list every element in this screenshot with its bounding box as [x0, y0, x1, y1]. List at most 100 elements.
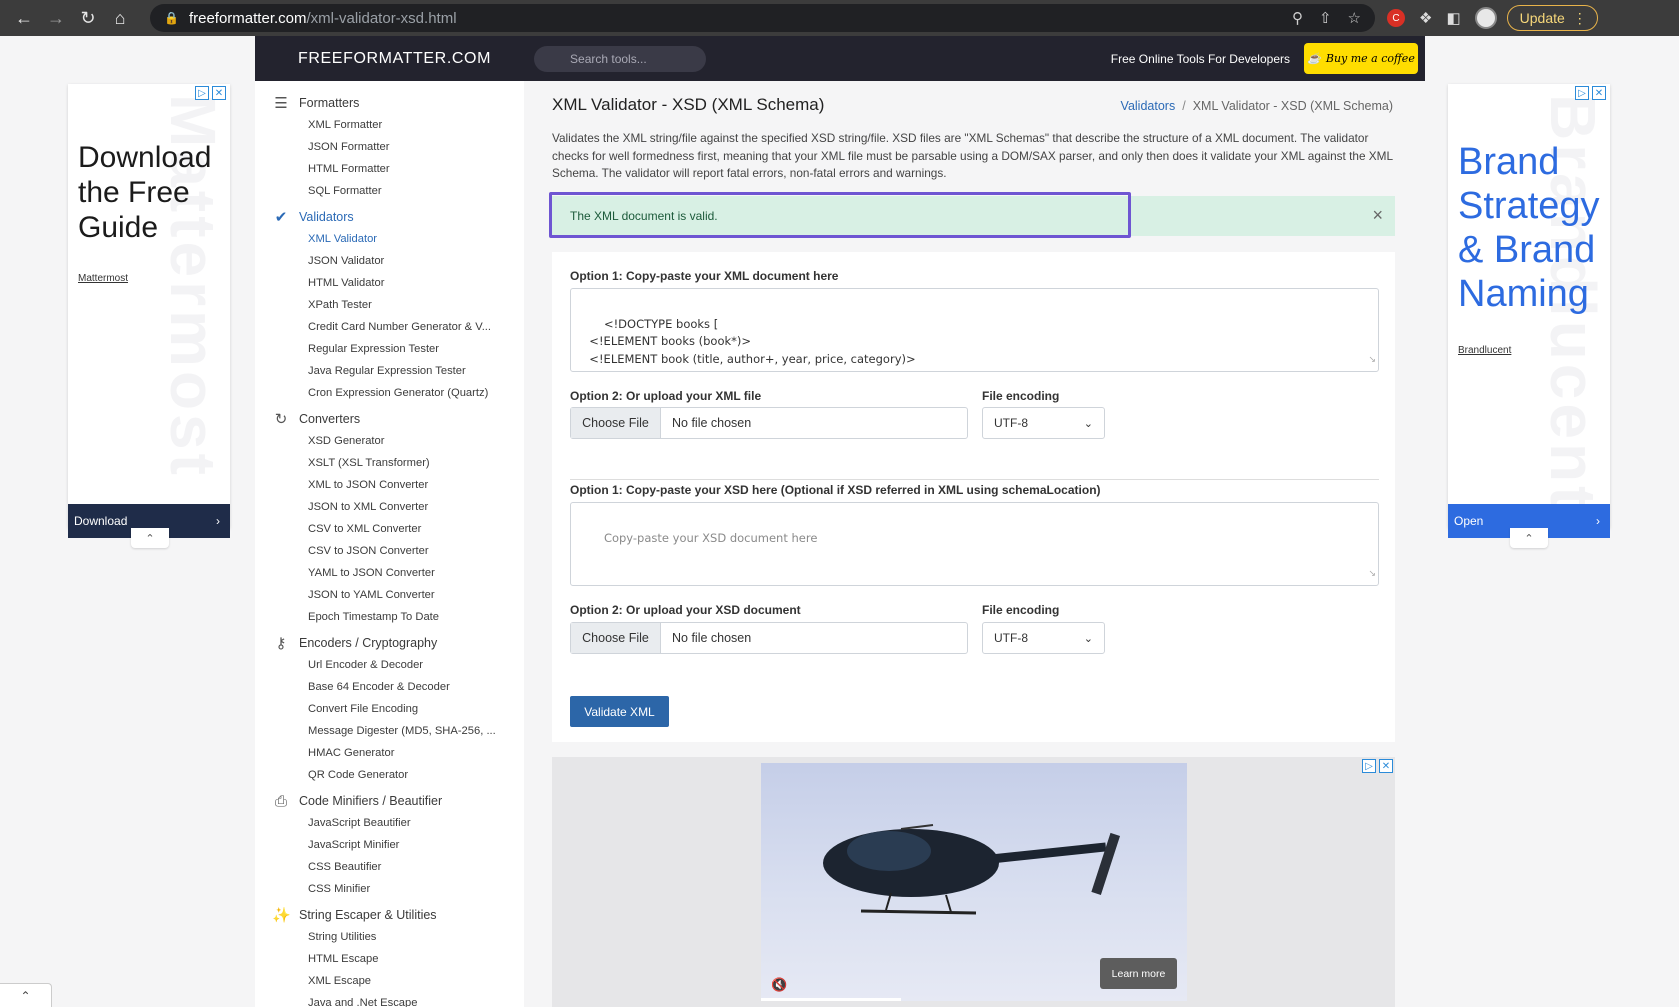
xsd-input-textarea[interactable]: Copy-paste your XSD document here ↘	[570, 502, 1379, 586]
back-icon[interactable]: ←	[8, 4, 40, 32]
profile-avatar[interactable]	[1474, 7, 1497, 29]
sidebar-item[interactable]: Url Encoder & Decoder	[255, 654, 505, 676]
sidebar-item[interactable]: YAML to JSON Converter	[255, 562, 505, 584]
sidebar-item[interactable]: JSON Formatter	[255, 136, 505, 158]
sidebar-category-encoders-cryptography[interactable]: ⚷ Encoders / Cryptography	[255, 632, 524, 654]
adchoices-icon[interactable]: ▷	[195, 86, 209, 100]
sidebar-item[interactable]: JSON Validator	[255, 250, 505, 272]
sidebar-item[interactable]: JavaScript Minifier	[255, 834, 505, 856]
address-bar[interactable]: 🔒 freeformatter.com/xml-validator-xsd.ht…	[150, 4, 1375, 32]
xml-file-input[interactable]: Choose File No file chosen	[570, 407, 968, 439]
breadcrumb-validators-link[interactable]: Validators	[1121, 99, 1176, 113]
ad-close-icon[interactable]: ✕	[1379, 759, 1393, 773]
sidebar-item[interactable]: XML Formatter	[255, 114, 505, 136]
sidebar-item[interactable]: XML Validator	[255, 228, 505, 250]
left-ad-choices[interactable]: ▷ ✕	[195, 86, 226, 100]
bottom-collapse-button[interactable]: ⌃	[0, 983, 52, 1007]
sidebar-item[interactable]: CSV to JSON Converter	[255, 540, 505, 562]
sidebar-item[interactable]: XSD Generator	[255, 430, 505, 452]
zoom-icon[interactable]: ⚲	[1292, 9, 1303, 27]
resize-grip-icon[interactable]: ↘	[1368, 352, 1376, 370]
sidebar-category-string-escaper-utilities[interactable]: ✨ String Escaper & Utilities	[255, 904, 524, 926]
home-icon[interactable]: ⌂	[104, 4, 136, 32]
left-ad-brand[interactable]: Mattermost	[78, 273, 128, 284]
right-ad-choices[interactable]: ▷ ✕	[1575, 86, 1606, 100]
ad-video-player[interactable]: 🔇 Learn more	[761, 763, 1187, 1001]
muted-speaker-icon[interactable]: 🔇	[771, 977, 787, 993]
sidebar-item[interactable]: CSV to XML Converter	[255, 518, 505, 540]
sidebar-item[interactable]: CSS Beautifier	[255, 856, 505, 878]
right-ad-brand[interactable]: Brandlucent	[1458, 345, 1511, 356]
sidebar-item[interactable]: XML to JSON Converter	[255, 474, 505, 496]
update-label: Update	[1519, 10, 1565, 26]
sidebar-item[interactable]: HTML Escape	[255, 948, 505, 970]
left-ad-collapse-button[interactable]: ⌃	[131, 528, 169, 548]
right-ad-cta-label: Open	[1454, 514, 1484, 528]
sidebar-item[interactable]: XSLT (XSL Transformer)	[255, 452, 505, 474]
sidebar-item[interactable]: QR Code Generator	[255, 764, 505, 786]
kebab-menu-icon: ⋮	[1572, 9, 1587, 26]
site-logo[interactable]: FREEFORMATTER.COM	[298, 50, 491, 68]
sidebar-item[interactable]: HTML Validator	[255, 272, 505, 294]
sidebar-category-code-minifiers-beautifier[interactable]: ⎙ Code Minifiers / Beautifier	[255, 790, 524, 812]
sidebar-item[interactable]: XML Escape	[255, 970, 505, 992]
sidebar-item[interactable]: JSON to XML Converter	[255, 496, 505, 518]
sidebar-item[interactable]: Base 64 Encoder & Decoder	[255, 676, 505, 698]
ad-close-icon[interactable]: ✕	[212, 86, 226, 100]
xml-input-textarea[interactable]: <!DOCTYPE books [ <!ELEMENT books (book*…	[570, 288, 1379, 372]
right-ad[interactable]: Brandlucent ▷ ✕ Brand Strategy & Brand N…	[1448, 84, 1610, 538]
sidebar-item[interactable]: Epoch Timestamp To Date	[255, 606, 505, 628]
alert-message: The XML document is valid.	[570, 209, 718, 223]
update-button[interactable]: Update ⋮	[1506, 5, 1598, 31]
xml-encoding-select[interactable]: UTF-8 ⌄	[982, 407, 1105, 439]
xsd-choose-file-button[interactable]: Choose File	[571, 623, 661, 653]
sidebar-item[interactable]: Message Digester (MD5, SHA-256, ...	[255, 720, 505, 742]
sidepanel-icon[interactable]: ◧	[1446, 9, 1460, 27]
right-ad-collapse-button[interactable]: ⌃	[1510, 528, 1548, 548]
learn-more-button[interactable]: Learn more	[1100, 958, 1177, 989]
xml-option2-label: Option 2: Or upload your XML file	[570, 389, 762, 403]
forward-icon[interactable]: →	[40, 4, 72, 32]
coffee-cup-icon: ☕	[1307, 52, 1321, 65]
sidebar-item[interactable]: String Utilities	[255, 926, 505, 948]
sidebar-item[interactable]: Java and .Net Escape	[255, 992, 505, 1007]
sidebar-item[interactable]: Java Regular Expression Tester	[255, 360, 505, 382]
sidebar-item[interactable]: JSON to YAML Converter	[255, 584, 505, 606]
sidebar-item[interactable]: Regular Expression Tester	[255, 338, 505, 360]
xsd-file-input[interactable]: Choose File No file chosen	[570, 622, 968, 654]
sidebar-category-converters[interactable]: ↻ Converters	[255, 408, 524, 430]
adchoices-icon[interactable]: ▷	[1575, 86, 1589, 100]
sidebar-category-validators[interactable]: ✔ Validators	[255, 206, 524, 228]
left-ad-headline: Download the Free Guide	[78, 141, 212, 244]
adchoices-icon[interactable]: ▷	[1362, 759, 1376, 773]
sidebar-category-formatters[interactable]: ☰ Formatters	[255, 92, 524, 114]
close-icon[interactable]: ×	[1372, 205, 1383, 226]
video-ad[interactable]: ▷ ✕ 🔇 Learn more	[552, 757, 1395, 1007]
xml-choose-file-button[interactable]: Choose File	[571, 408, 661, 438]
video-ad-choices[interactable]: ▷ ✕	[1362, 759, 1393, 773]
validate-xml-button[interactable]: Validate XML	[570, 696, 669, 727]
share-icon[interactable]: ⇧	[1319, 9, 1332, 27]
sidebar-item[interactable]: Cron Expression Generator (Quartz)	[255, 382, 505, 404]
bookmark-star-icon[interactable]: ☆	[1348, 9, 1361, 27]
search-input[interactable]: Search tools...	[534, 45, 707, 72]
extension-icon[interactable]: C	[1387, 9, 1405, 27]
buy-me-a-coffee-button[interactable]: ☕ Buy me a coffee	[1304, 43, 1418, 74]
sidebar-item[interactable]: HMAC Generator	[255, 742, 505, 764]
browser-nav: ← → ↻ ⌂	[0, 4, 136, 32]
list-icon: ☰	[274, 95, 288, 112]
sidebar-item[interactable]: JavaScript Beautifier	[255, 812, 505, 834]
left-ad[interactable]: Mattermost ▷ ✕ Download the Free Guide M…	[68, 84, 230, 538]
resize-grip-icon[interactable]: ↘	[1368, 566, 1376, 584]
sidebar-item[interactable]: Credit Card Number Generator & V...	[255, 316, 505, 338]
chevron-down-icon: ⌄	[1083, 417, 1093, 430]
sidebar-item[interactable]: XPath Tester	[255, 294, 505, 316]
sidebar-item[interactable]: Convert File Encoding	[255, 698, 505, 720]
puzzle-icon[interactable]: ❖	[1419, 9, 1432, 27]
xsd-encoding-select[interactable]: UTF-8 ⌄	[982, 622, 1105, 654]
reload-icon[interactable]: ↻	[72, 4, 104, 32]
ad-close-icon[interactable]: ✕	[1592, 86, 1606, 100]
sidebar-item[interactable]: SQL Formatter	[255, 180, 505, 202]
sidebar-item[interactable]: CSS Minifier	[255, 878, 505, 900]
sidebar-item[interactable]: HTML Formatter	[255, 158, 505, 180]
